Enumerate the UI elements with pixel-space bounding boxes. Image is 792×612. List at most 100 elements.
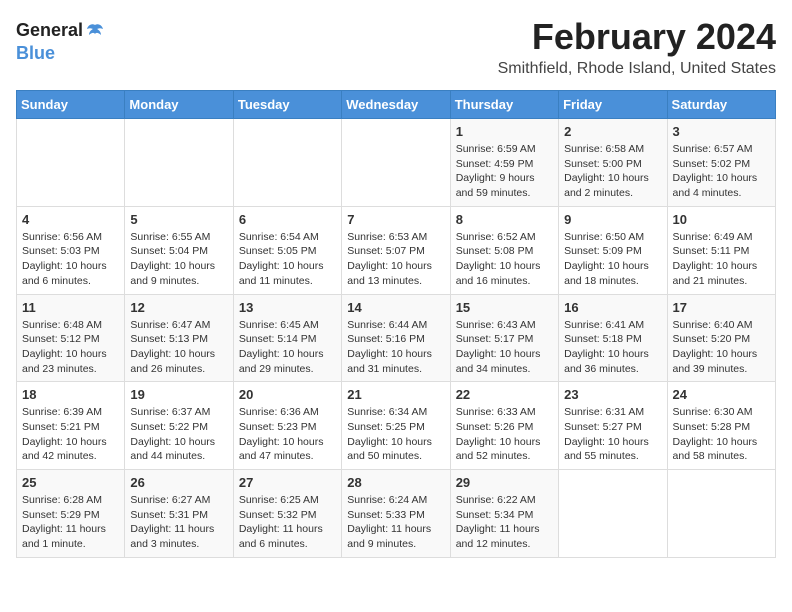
calendar-week-row: 4 Sunrise: 6:56 AM Sunset: 5:03 PM Daylig… [17, 206, 776, 294]
month-year-title: February 2024 [16, 16, 776, 58]
calendar-cell: 5 Sunrise: 6:55 AM Sunset: 5:04 PM Daylig… [125, 206, 233, 294]
calendar-cell: 8Sunrise: 6:52 AM Sunset: 5:08 PM Daylig… [450, 206, 558, 294]
logo-bird-icon [84, 21, 106, 43]
day-number: 21 [347, 387, 444, 402]
day-info: Sunrise: 6:45 AM Sunset: 5:14 PM Dayligh… [239, 318, 336, 377]
day-info: Sunrise: 6:55 AM Sunset: 5:04 PM Dayligh… [130, 230, 227, 289]
day-number: 29 [456, 475, 553, 490]
weekday-header-friday: Friday [559, 91, 667, 119]
day-number: 1 [456, 124, 553, 139]
day-number: 7 [347, 212, 444, 227]
day-info: Sunrise: 6:37 AM Sunset: 5:22 PM Dayligh… [130, 405, 227, 464]
calendar-cell: 23 Sunrise: 6:31 AM Sunset: 5:27 PM Dayli… [559, 382, 667, 470]
calendar-cell: 19 Sunrise: 6:37 AM Sunset: 5:22 PM Dayli… [125, 382, 233, 470]
day-number: 4 [22, 212, 119, 227]
calendar-cell: 7Sunrise: 6:53 AM Sunset: 5:07 PM Daylig… [342, 206, 450, 294]
day-number: 10 [673, 212, 770, 227]
day-number: 25 [22, 475, 119, 490]
day-number: 5 [130, 212, 227, 227]
calendar-cell: 2Sunrise: 6:58 AM Sunset: 5:00 PM Daylig… [559, 119, 667, 207]
day-info: Sunrise: 6:50 AM Sunset: 5:09 PM Dayligh… [564, 230, 661, 289]
day-info: Sunrise: 6:27 AM Sunset: 5:31 PM Dayligh… [130, 493, 227, 552]
calendar-cell: 6 Sunrise: 6:54 AM Sunset: 5:05 PM Daylig… [233, 206, 341, 294]
day-number: 12 [130, 300, 227, 315]
day-info: Sunrise: 6:28 AM Sunset: 5:29 PM Dayligh… [22, 493, 119, 552]
day-info: Sunrise: 6:44 AM Sunset: 5:16 PM Dayligh… [347, 318, 444, 377]
calendar-cell: 16 Sunrise: 6:41 AM Sunset: 5:18 PM Dayli… [559, 294, 667, 382]
calendar-cell: 18 Sunrise: 6:39 AM Sunset: 5:21 PM Dayli… [17, 382, 125, 470]
day-number: 27 [239, 475, 336, 490]
calendar-cell [125, 119, 233, 207]
day-info: Sunrise: 6:49 AM Sunset: 5:11 PM Dayligh… [673, 230, 770, 289]
page-header: February 2024 Smithfield, Rhode Island, … [16, 16, 776, 78]
day-number: 17 [673, 300, 770, 315]
calendar-cell: 4 Sunrise: 6:56 AM Sunset: 5:03 PM Daylig… [17, 206, 125, 294]
day-number: 9 [564, 212, 661, 227]
day-info: Sunrise: 6:57 AM Sunset: 5:02 PM Dayligh… [673, 142, 770, 201]
calendar-week-row: 18 Sunrise: 6:39 AM Sunset: 5:21 PM Dayli… [17, 382, 776, 470]
day-info: Sunrise: 6:24 AM Sunset: 5:33 PM Dayligh… [347, 493, 444, 552]
logo: General Blue [16, 20, 107, 64]
calendar-cell: 12Sunrise: 6:47 AM Sunset: 5:13 PM Dayli… [125, 294, 233, 382]
day-info: Sunrise: 6:22 AM Sunset: 5:34 PM Dayligh… [456, 493, 553, 552]
weekday-header-saturday: Saturday [667, 91, 775, 119]
day-number: 19 [130, 387, 227, 402]
day-number: 16 [564, 300, 661, 315]
weekday-header-sunday: Sunday [17, 91, 125, 119]
weekday-header-thursday: Thursday [450, 91, 558, 119]
day-number: 6 [239, 212, 336, 227]
day-number: 13 [239, 300, 336, 315]
day-info: Sunrise: 6:52 AM Sunset: 5:08 PM Dayligh… [456, 230, 553, 289]
calendar-cell: 10 Sunrise: 6:49 AM Sunset: 5:11 PM Dayli… [667, 206, 775, 294]
day-info: Sunrise: 6:31 AM Sunset: 5:27 PM Dayligh… [564, 405, 661, 464]
day-info: Sunrise: 6:34 AM Sunset: 5:25 PM Dayligh… [347, 405, 444, 464]
calendar-cell [17, 119, 125, 207]
weekday-header-monday: Monday [125, 91, 233, 119]
day-info: Sunrise: 6:41 AM Sunset: 5:18 PM Dayligh… [564, 318, 661, 377]
calendar-cell [559, 470, 667, 558]
day-number: 11 [22, 300, 119, 315]
day-number: 28 [347, 475, 444, 490]
day-number: 15 [456, 300, 553, 315]
weekday-header-wednesday: Wednesday [342, 91, 450, 119]
calendar-cell: 22 Sunrise: 6:33 AM Sunset: 5:26 PM Dayli… [450, 382, 558, 470]
location-subtitle: Smithfield, Rhode Island, United States [16, 60, 776, 78]
day-info: Sunrise: 6:56 AM Sunset: 5:03 PM Dayligh… [22, 230, 119, 289]
day-number: 26 [130, 475, 227, 490]
weekday-header-tuesday: Tuesday [233, 91, 341, 119]
calendar-cell: 13 Sunrise: 6:45 AM Sunset: 5:14 PM Dayli… [233, 294, 341, 382]
day-number: 20 [239, 387, 336, 402]
day-number: 23 [564, 387, 661, 402]
day-info: Sunrise: 6:54 AM Sunset: 5:05 PM Dayligh… [239, 230, 336, 289]
calendar-cell: 27 Sunrise: 6:25 AM Sunset: 5:32 PM Dayli… [233, 470, 341, 558]
calendar-week-row: 1 Sunrise: 6:59 AM Sunset: 4:59 PM Daylig… [17, 119, 776, 207]
calendar-cell: 26 Sunrise: 6:27 AM Sunset: 5:31 PM Dayli… [125, 470, 233, 558]
day-number: 14 [347, 300, 444, 315]
day-info: Sunrise: 6:48 AM Sunset: 5:12 PM Dayligh… [22, 318, 119, 377]
day-number: 18 [22, 387, 119, 402]
day-info: Sunrise: 6:40 AM Sunset: 5:20 PM Dayligh… [673, 318, 770, 377]
day-number: 22 [456, 387, 553, 402]
calendar-cell: 28 Sunrise: 6:24 AM Sunset: 5:33 PM Dayli… [342, 470, 450, 558]
calendar-cell: 9 Sunrise: 6:50 AM Sunset: 5:09 PM Daylig… [559, 206, 667, 294]
calendar-cell: 20Sunrise: 6:36 AM Sunset: 5:23 PM Dayli… [233, 382, 341, 470]
calendar-cell: 21 Sunrise: 6:34 AM Sunset: 5:25 PM Dayli… [342, 382, 450, 470]
day-number: 3 [673, 124, 770, 139]
day-info: Sunrise: 6:33 AM Sunset: 5:26 PM Dayligh… [456, 405, 553, 464]
calendar-cell: 3 Sunrise: 6:57 AM Sunset: 5:02 PM Daylig… [667, 119, 775, 207]
day-info: Sunrise: 6:59 AM Sunset: 4:59 PM Dayligh… [456, 142, 553, 201]
calendar-cell: 14 Sunrise: 6:44 AM Sunset: 5:16 PM Dayli… [342, 294, 450, 382]
calendar-cell: 17 Sunrise: 6:40 AM Sunset: 5:20 PM Dayli… [667, 294, 775, 382]
calendar-header-row: SundayMondayTuesdayWednesdayThursdayFrid… [17, 91, 776, 119]
calendar-week-row: 11 Sunrise: 6:48 AM Sunset: 5:12 PM Dayli… [17, 294, 776, 382]
day-info: Sunrise: 6:25 AM Sunset: 5:32 PM Dayligh… [239, 493, 336, 552]
calendar-cell [667, 470, 775, 558]
day-info: Sunrise: 6:39 AM Sunset: 5:21 PM Dayligh… [22, 405, 119, 464]
calendar-cell: 29 Sunrise: 6:22 AM Sunset: 5:34 PM Dayli… [450, 470, 558, 558]
calendar-cell: 11 Sunrise: 6:48 AM Sunset: 5:12 PM Dayli… [17, 294, 125, 382]
day-info: Sunrise: 6:43 AM Sunset: 5:17 PM Dayligh… [456, 318, 553, 377]
calendar-cell: 15 Sunrise: 6:43 AM Sunset: 5:17 PM Dayli… [450, 294, 558, 382]
logo-blue: Blue [16, 43, 55, 63]
calendar-cell [342, 119, 450, 207]
calendar-cell [233, 119, 341, 207]
